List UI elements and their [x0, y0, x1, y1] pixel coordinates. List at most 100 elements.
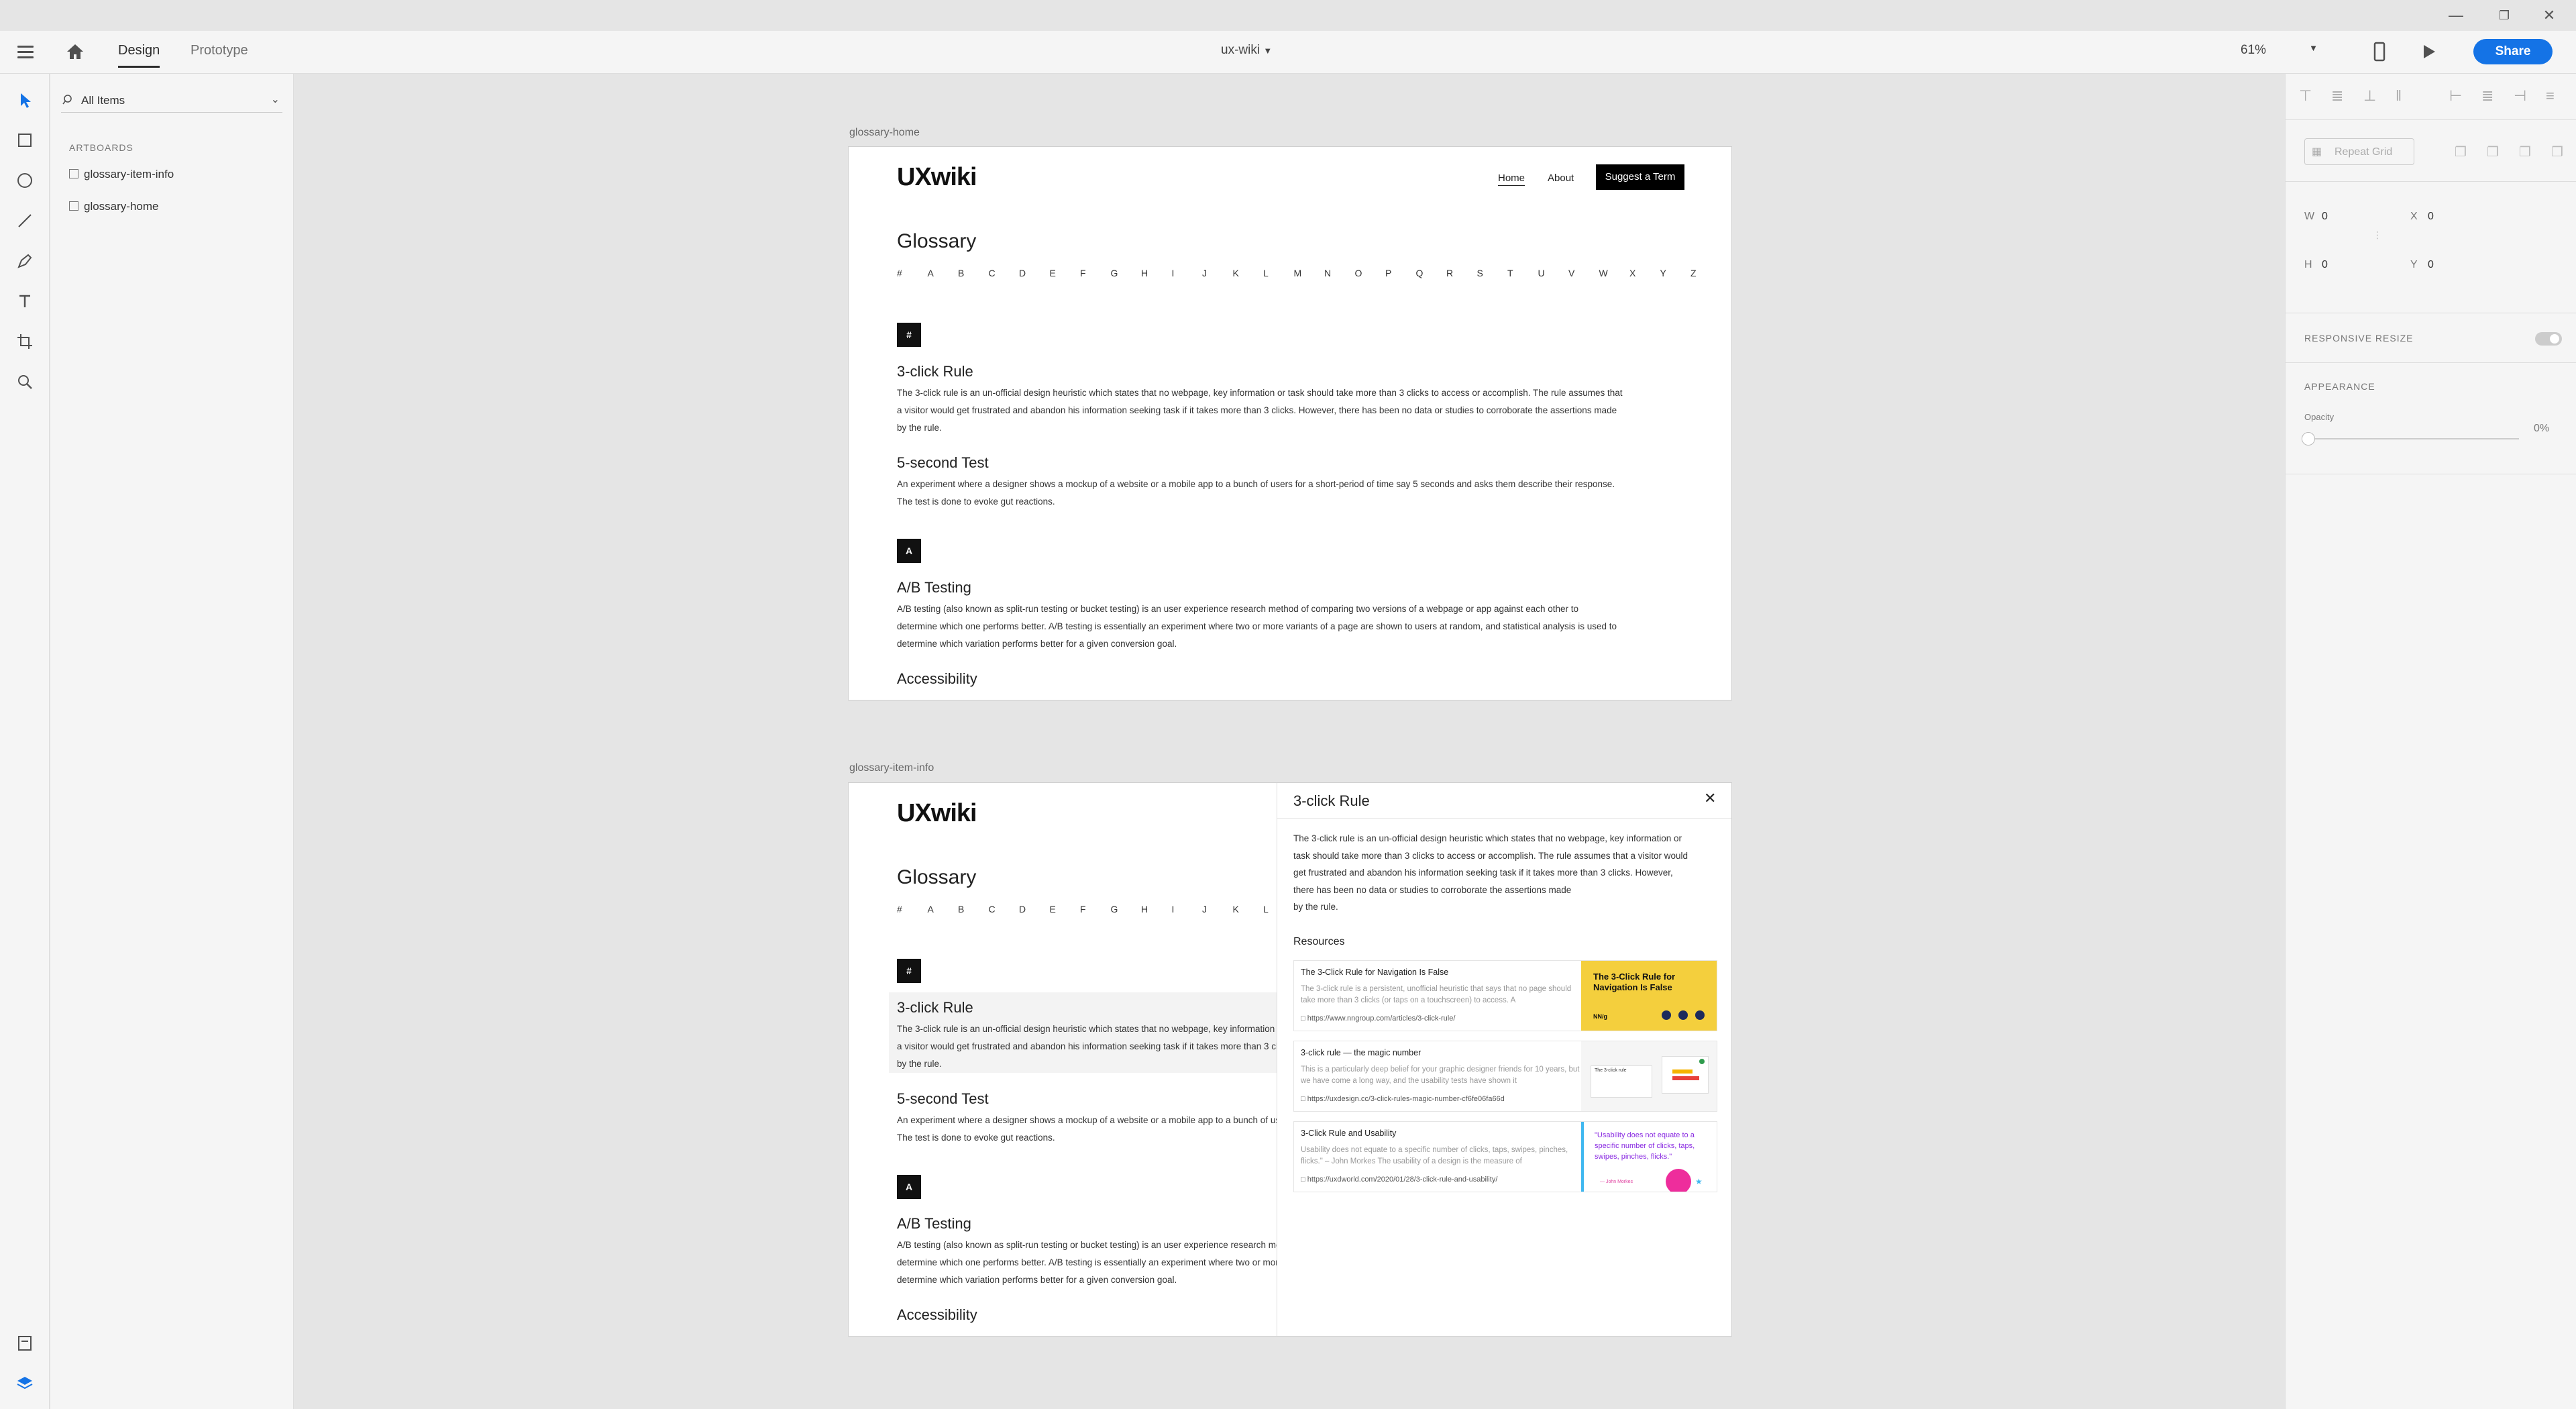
layer-item[interactable]: glossary-home: [62, 193, 284, 219]
tab-prototype[interactable]: Prototype: [191, 43, 248, 58]
restore-icon[interactable]: ❐: [2491, 4, 2518, 27]
alpha-link[interactable]: A: [928, 904, 959, 915]
layer-item[interactable]: glossary-item-info: [62, 161, 284, 187]
alpha-link[interactable]: H: [1141, 904, 1172, 915]
alpha-link[interactable]: W: [1599, 268, 1630, 278]
nav-home-link[interactable]: Home: [1498, 172, 1525, 186]
share-button[interactable]: Share: [2473, 39, 2553, 64]
layers-filter-select[interactable]: All Items ⌄: [61, 89, 282, 113]
term-title[interactable]: 3-click Rule: [897, 999, 973, 1016]
term-title[interactable]: 5-second Test: [897, 454, 989, 472]
alpha-link[interactable]: N: [1324, 268, 1355, 278]
suggest-term-button[interactable]: Suggest a Term: [1596, 164, 1684, 190]
alpha-link[interactable]: M: [1294, 268, 1325, 278]
alpha-link[interactable]: S: [1477, 268, 1508, 278]
alpha-link[interactable]: F: [1080, 268, 1111, 278]
alpha-link[interactable]: G: [1111, 904, 1142, 915]
responsive-resize-toggle[interactable]: [2535, 332, 2562, 346]
align-middle-icon[interactable]: ≣: [2331, 87, 2343, 105]
alpha-link[interactable]: Y: [1660, 268, 1691, 278]
close-window-icon[interactable]: ✕: [2536, 4, 2563, 27]
alpha-link[interactable]: I: [1172, 904, 1203, 915]
y-input[interactable]: 0: [2428, 259, 2434, 271]
align-right-icon[interactable]: ⊣: [2514, 87, 2526, 105]
layers-panel-icon[interactable]: [15, 1373, 35, 1394]
term-title[interactable]: Accessibility: [897, 670, 977, 688]
zoom-select[interactable]: 61% ▼: [2241, 43, 2318, 58]
paste-icon[interactable]: ❐: [2487, 144, 2499, 160]
width-input[interactable]: 0: [2322, 211, 2328, 223]
alpha-link[interactable]: B: [958, 268, 989, 278]
distribute-icon[interactable]: ‖: [2396, 87, 2402, 105]
artboard-glossary-item-info[interactable]: UXwiki Glossary # A B C D E F G H I J K L # 3-click …: [848, 782, 1732, 1337]
select-tool-icon[interactable]: [15, 90, 35, 110]
alpha-link[interactable]: R: [1446, 268, 1477, 278]
alpha-link[interactable]: #: [897, 904, 928, 915]
opacity-slider[interactable]: [2307, 438, 2519, 439]
align-top-icon[interactable]: ⊤: [2299, 87, 2312, 105]
term-title[interactable]: Accessibility: [897, 1306, 977, 1324]
zoom-tool-icon[interactable]: [15, 372, 35, 392]
align-center-icon[interactable]: ≣: [2481, 87, 2493, 105]
alpha-link[interactable]: G: [1111, 268, 1142, 278]
ungroup-icon[interactable]: ❐: [2551, 144, 2563, 160]
tab-design[interactable]: Design: [118, 43, 160, 68]
artboard-label-home[interactable]: glossary-home: [849, 127, 920, 139]
alpha-link[interactable]: E: [1050, 268, 1081, 278]
align-left-icon[interactable]: ⊢: [2449, 87, 2462, 105]
alpha-link[interactable]: B: [958, 904, 989, 915]
alpha-link[interactable]: H: [1141, 268, 1172, 278]
opacity-value[interactable]: 0%: [2534, 423, 2549, 435]
minimize-icon[interactable]: —: [2443, 4, 2469, 27]
alpha-link[interactable]: D: [1019, 904, 1050, 915]
alpha-link[interactable]: V: [1568, 268, 1599, 278]
alpha-link[interactable]: P: [1385, 268, 1416, 278]
term-title[interactable]: A/B Testing: [897, 579, 971, 596]
text-tool-icon[interactable]: [15, 291, 35, 311]
term-title[interactable]: 5-second Test: [897, 1090, 989, 1108]
line-tool-icon[interactable]: [15, 211, 35, 231]
resource-card[interactable]: The 3-Click Rule for Navigation Is False…: [1293, 960, 1717, 1031]
term-title[interactable]: A/B Testing: [897, 1215, 971, 1233]
alpha-link[interactable]: I: [1172, 268, 1203, 278]
alpha-link[interactable]: #: [897, 268, 928, 278]
artboard-label-info[interactable]: glossary-item-info: [849, 762, 934, 774]
lock-aspect-icon[interactable]: ⋮: [2373, 229, 2382, 241]
alpha-link[interactable]: D: [1019, 268, 1050, 278]
alpha-link[interactable]: J: [1202, 904, 1233, 915]
artboard-tool-icon[interactable]: [15, 331, 35, 352]
document-title[interactable]: ux-wiki ▼: [1221, 43, 1272, 58]
term-title[interactable]: 3-click Rule: [897, 363, 973, 380]
assets-panel-icon[interactable]: [15, 1333, 35, 1353]
resource-card[interactable]: 3-Click Rule and Usability Usability doe…: [1293, 1121, 1717, 1192]
nav-about-link[interactable]: About: [1548, 172, 1574, 184]
opacity-slider-handle[interactable]: [2302, 432, 2315, 446]
alpha-link[interactable]: X: [1629, 268, 1660, 278]
alpha-link[interactable]: K: [1233, 268, 1264, 278]
copy-icon[interactable]: ❐: [2455, 144, 2467, 160]
align-bottom-icon[interactable]: ⊥: [2363, 87, 2376, 105]
alpha-link[interactable]: K: [1233, 904, 1264, 915]
play-icon[interactable]: [2420, 43, 2438, 60]
alpha-link[interactable]: C: [989, 904, 1020, 915]
alpha-link[interactable]: C: [989, 268, 1020, 278]
x-input[interactable]: 0: [2428, 211, 2434, 223]
height-input[interactable]: 0: [2322, 259, 2328, 271]
alpha-link[interactable]: A: [928, 268, 959, 278]
resource-card[interactable]: 3-click rule — the magic number This is …: [1293, 1041, 1717, 1112]
rectangle-tool-icon[interactable]: [15, 130, 35, 150]
alpha-link[interactable]: O: [1355, 268, 1386, 278]
alpha-link[interactable]: Z: [1690, 268, 1721, 278]
home-icon[interactable]: [66, 43, 85, 60]
ellipse-tool-icon[interactable]: [15, 170, 35, 191]
device-preview-icon[interactable]: [2373, 42, 2385, 62]
alpha-link[interactable]: U: [1538, 268, 1569, 278]
alpha-link[interactable]: T: [1507, 268, 1538, 278]
alpha-link[interactable]: E: [1050, 904, 1081, 915]
alpha-link[interactable]: Q: [1416, 268, 1447, 278]
pen-tool-icon[interactable]: [15, 251, 35, 271]
group-icon[interactable]: ❐: [2519, 144, 2531, 160]
distribute-horizontal-icon[interactable]: ≡: [2546, 87, 2555, 105]
hamburger-menu-icon[interactable]: [17, 46, 34, 59]
repeat-grid-button[interactable]: ▦ Repeat Grid: [2304, 138, 2414, 165]
